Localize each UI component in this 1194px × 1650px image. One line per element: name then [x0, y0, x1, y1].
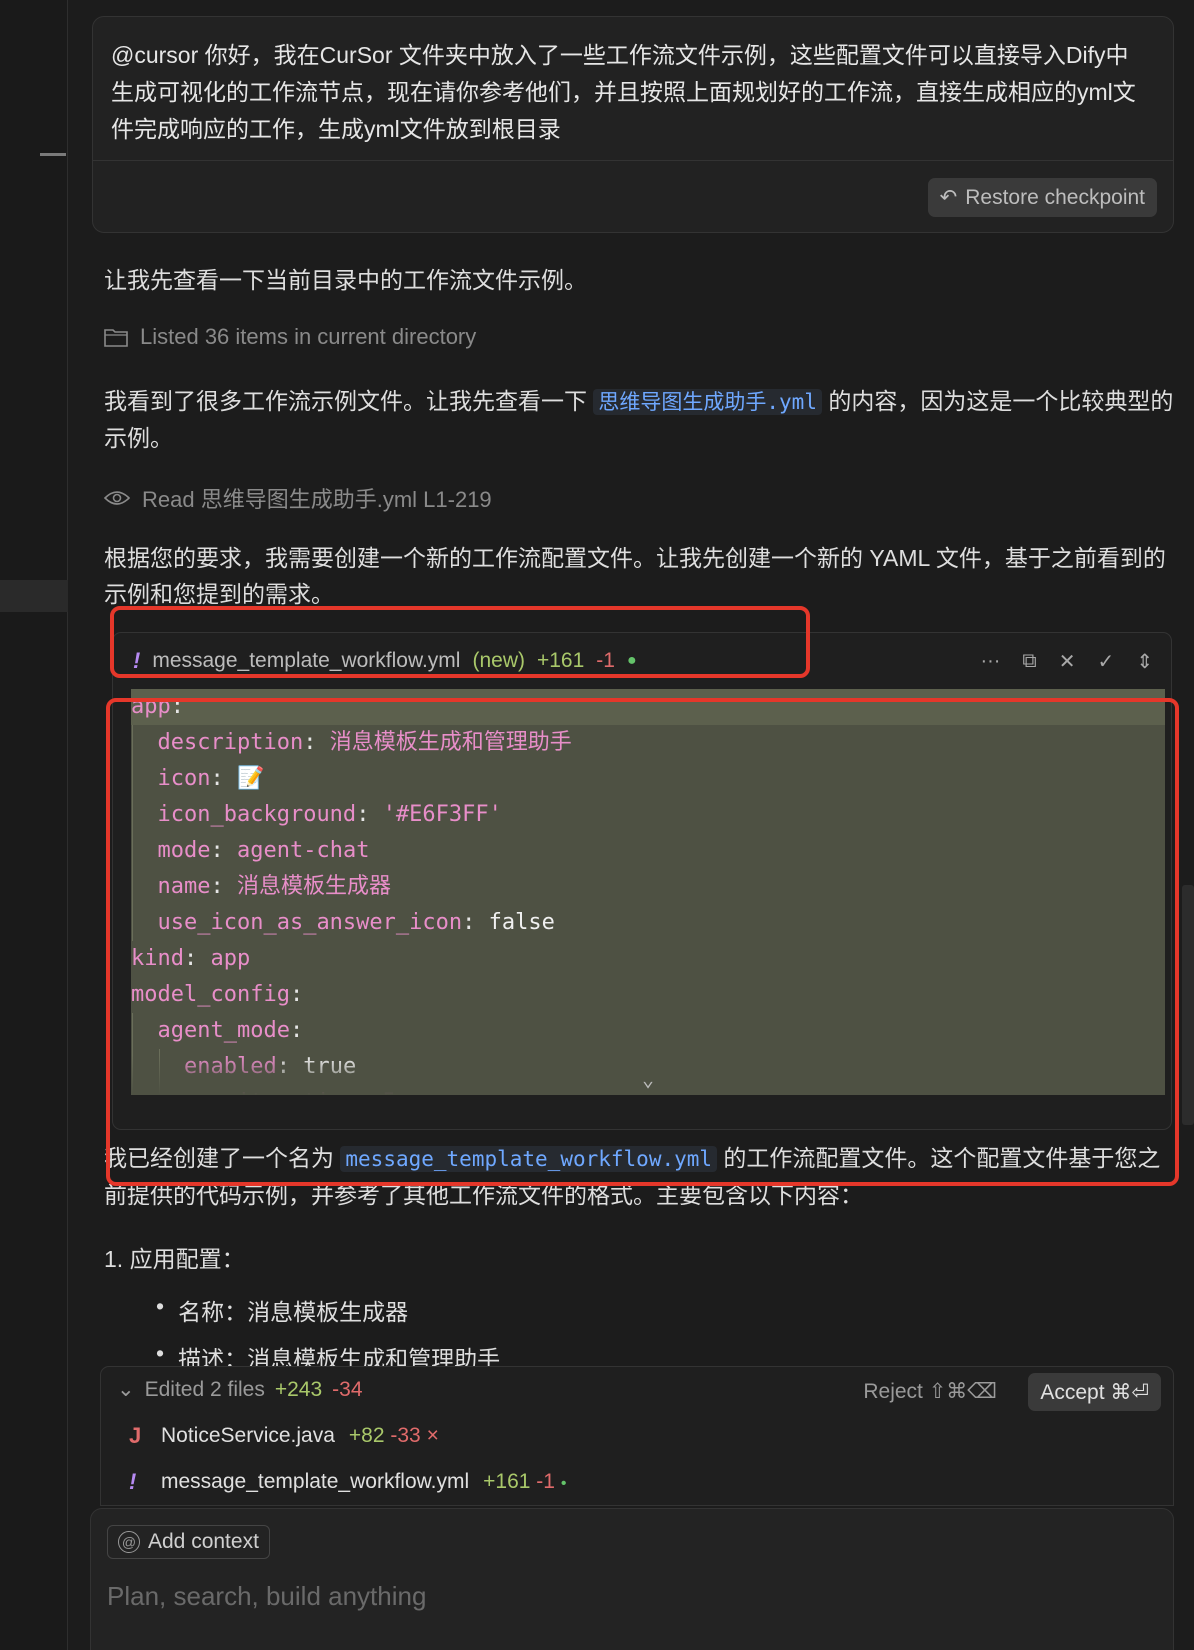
- left-sidebar: [0, 0, 68, 1650]
- restore-checkpoint-label: Restore checkpoint: [965, 185, 1145, 209]
- chevron-down-icon[interactable]: ⌄: [642, 1067, 654, 1091]
- tool-read-file[interactable]: Read 思维导图生成助手.yml L1-219: [104, 482, 492, 514]
- code-card-actions: ··· ⧉ ✕ ✓ ⇕: [980, 633, 1153, 689]
- code-line: kind: app: [131, 946, 251, 971]
- assistant-paragraph-3: 根据您的要求，我需要创建一个新的工作流配置文件。让我先创建一个新的 YAML 文…: [104, 545, 1166, 607]
- code-line: name: 消息模板生成器: [131, 869, 1165, 905]
- code-change-card: ! message_template_workflow.yml (new) +1…: [112, 632, 1172, 1130]
- lines-removed: -1: [596, 649, 615, 672]
- reject-button[interactable]: Reject ⇧⌘⌫: [863, 1379, 997, 1404]
- edited-lines-added: +243: [274, 1377, 323, 1401]
- assistant-paragraph-1: 让我先查看一下当前目录中的工作流文件示例。: [104, 267, 587, 293]
- assistant-paragraph-2: 我看到了很多工作流示例文件。让我先查看一下 思维导图生成助手.yml 的内容，因…: [104, 383, 1174, 456]
- status-dot-icon: ●: [626, 652, 637, 669]
- expand-collapse-icon[interactable]: ⇕: [1136, 649, 1153, 674]
- checkmark-icon[interactable]: ✓: [1097, 649, 1114, 674]
- bullet-item: • 名称：消息模板生成器: [156, 1293, 409, 1325]
- at-sign-icon: @: [118, 1531, 140, 1553]
- code-card-filename[interactable]: message_template_workflow.yml: [152, 649, 460, 673]
- edited-files-panel: ⌄ Edited 2 files +243 -34 Reject ⇧⌘⌫ Acc…: [100, 1366, 1174, 1506]
- chat-panel: @cursor 你好，我在CurSor 文件夹中放入了一些工作流文件示例，这些配…: [68, 0, 1194, 1650]
- assistant-paragraph-4: 我已经创建了一个名为 message_template_workflow.yml…: [104, 1140, 1174, 1213]
- user-message[interactable]: @cursor 你好，我在CurSor 文件夹中放入了一些工作流文件示例，这些配…: [92, 16, 1174, 233]
- inline-code-filename[interactable]: 思维导图生成助手.yml: [593, 389, 822, 415]
- p4-text-before: 我已经创建了一个名为: [104, 1145, 341, 1171]
- more-options-icon[interactable]: ···: [980, 650, 1000, 673]
- code-line: model_config:: [131, 982, 304, 1007]
- chevron-down-icon: ⌄: [117, 1378, 135, 1401]
- edited-file-row[interactable]: ! message_template_workflow.yml +161 -1 …: [129, 1469, 566, 1495]
- edited-file-row[interactable]: J NoticeService.java +82 -33 ×: [129, 1423, 439, 1449]
- folder-icon: [104, 329, 128, 347]
- add-context-label: Add context: [148, 1530, 259, 1553]
- code-card-header[interactable]: ! message_template_workflow.yml (new) +1…: [113, 633, 1171, 689]
- yaml-file-icon: !: [129, 1469, 137, 1494]
- code-line: app:: [131, 689, 1165, 725]
- tool-list-label: Listed 36 items in current directory: [140, 324, 477, 349]
- code-line: description: 消息模板生成和管理助手: [131, 725, 1165, 761]
- edited-file-diff: +161 -1 •: [483, 1470, 567, 1493]
- code-line: icon: 📝: [131, 761, 1165, 797]
- add-context-button[interactable]: @ Add context: [107, 1525, 270, 1559]
- tool-list-directory[interactable]: Listed 36 items in current directory: [104, 324, 476, 350]
- lines-added: +161: [536, 649, 585, 672]
- edited-file-name: NoticeService.java: [161, 1424, 335, 1447]
- code-line: agent_mode:: [131, 1013, 1165, 1049]
- user-message-text: @cursor 你好，我在CurSor 文件夹中放入了一些工作流文件示例，这些配…: [111, 42, 1136, 142]
- yaml-file-icon: !: [133, 648, 141, 673]
- sidebar-indicator: [40, 153, 66, 156]
- inline-code-workflow-file[interactable]: message_template_workflow.yml: [340, 1146, 718, 1172]
- code-line: use_icon_as_answer_icon: false: [131, 905, 1165, 941]
- accept-button[interactable]: Accept ⌘⏎: [1028, 1373, 1161, 1411]
- list-title: 1. 应用配置：: [104, 1246, 245, 1272]
- code-line: mode: agent-chat: [131, 833, 1165, 869]
- undo-icon: ↶: [939, 186, 958, 209]
- edited-file-name: message_template_workflow.yml: [161, 1470, 470, 1493]
- edited-lines-removed: -34: [332, 1377, 363, 1401]
- edited-summary-label: Edited 2 files: [144, 1377, 265, 1401]
- eye-icon: [104, 491, 130, 505]
- close-icon[interactable]: ✕: [1059, 649, 1076, 674]
- p2-text-before: 我看到了很多工作流示例文件。让我先查看一下: [104, 388, 594, 414]
- chat-input-placeholder[interactable]: Plan, search, build anything: [107, 1581, 426, 1612]
- tool-read-label: Read 思维导图生成助手.yml L1-219: [142, 487, 492, 512]
- code-line: icon_background: '#E6F3FF': [131, 797, 1165, 833]
- edited-files-summary[interactable]: ⌄ Edited 2 files +243 -34: [117, 1377, 363, 1402]
- java-file-icon: J: [129, 1423, 142, 1448]
- edited-file-diff: +82 -33 ×: [348, 1424, 439, 1447]
- new-file-tag: (new): [472, 649, 525, 672]
- divider: [93, 160, 1173, 161]
- code-preview[interactable]: app: description: 消息模板生成和管理助手 icon: 📝 ic…: [131, 689, 1165, 1095]
- sidebar-highlight: [0, 580, 68, 612]
- restore-checkpoint-button[interactable]: ↶ Restore checkpoint: [927, 178, 1157, 217]
- copy-icon[interactable]: ⧉: [1022, 650, 1036, 673]
- chat-input-box[interactable]: @ Add context Plan, search, build anythi…: [90, 1508, 1174, 1650]
